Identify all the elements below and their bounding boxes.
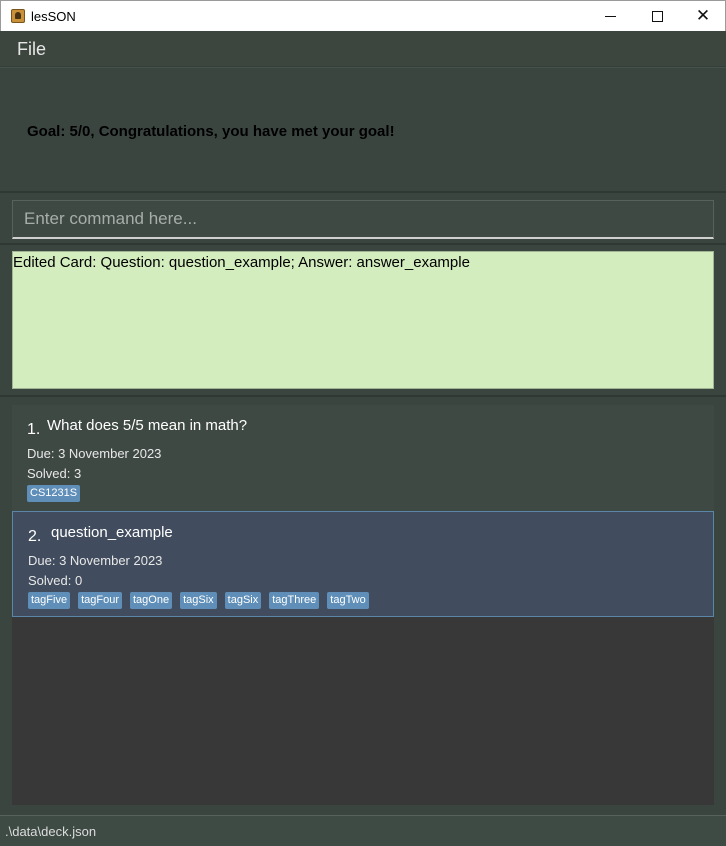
close-button[interactable]: ✕ (680, 1, 726, 31)
tag-badge: tagThree (269, 592, 320, 609)
card-due: Due: 3 November 2023 (28, 553, 163, 568)
result-panel: Edited Card: Question: question_example;… (0, 245, 726, 397)
title-bar: lesSON ✕ (0, 0, 726, 31)
tag-badge: tagSix (180, 592, 217, 609)
tag-badge: tagFour (78, 592, 122, 609)
goal-text: Goal: 5/0, Congratulations, you have met… (27, 123, 395, 140)
card-item[interactable]: 1. What does 5/5 mean in math? Due: 3 No… (12, 405, 714, 511)
card-tags: CS1231S (27, 485, 81, 502)
card-solved: Solved: 0 (28, 573, 83, 588)
card-list-panel: 1. What does 5/5 mean in math? Due: 3 No… (0, 397, 726, 815)
result-display[interactable]: Edited Card: Question: question_example;… (12, 251, 714, 389)
card-index: 1. (27, 421, 41, 438)
card-solved: Solved: 3 (27, 466, 82, 481)
card-tags: tagFive tagFour tagOne tagSix tagSix tag… (28, 592, 369, 609)
result-text: Edited Card: Question: question_example;… (13, 254, 470, 271)
minimize-icon (604, 15, 616, 17)
card-item-selected[interactable]: 2. question_example Due: 3 November 2023… (12, 511, 714, 617)
maximize-icon (651, 10, 663, 22)
card-list[interactable]: 1. What does 5/5 mean in math? Due: 3 No… (12, 405, 714, 805)
maximize-button[interactable] (634, 1, 680, 31)
tag-badge: tagSix (224, 592, 262, 609)
save-file-path: .\data\deck.json (5, 824, 97, 839)
menu-bar: File (0, 31, 726, 67)
menu-file[interactable]: File (17, 39, 46, 60)
goal-panel: Goal: 5/0, Congratulations, you have met… (0, 67, 726, 193)
tag-badge: tagOne (130, 592, 173, 609)
card-question: What does 5/5 mean in math? (47, 417, 248, 434)
card-due: Due: 3 November 2023 (27, 446, 162, 461)
card-index: 2. (28, 528, 42, 545)
command-input[interactable] (12, 200, 714, 239)
tag-badge: tagTwo (327, 592, 369, 609)
minimize-button[interactable] (587, 1, 633, 31)
status-bar: .\data\deck.json (0, 815, 726, 846)
close-icon: ✕ (695, 5, 711, 26)
command-box (0, 193, 726, 245)
app-icon (11, 9, 25, 23)
tag-badge: tagFive (28, 592, 71, 609)
card-question: question_example (51, 524, 173, 541)
window-title: lesSON (31, 9, 76, 24)
tag-badge: CS1231S (27, 485, 81, 502)
